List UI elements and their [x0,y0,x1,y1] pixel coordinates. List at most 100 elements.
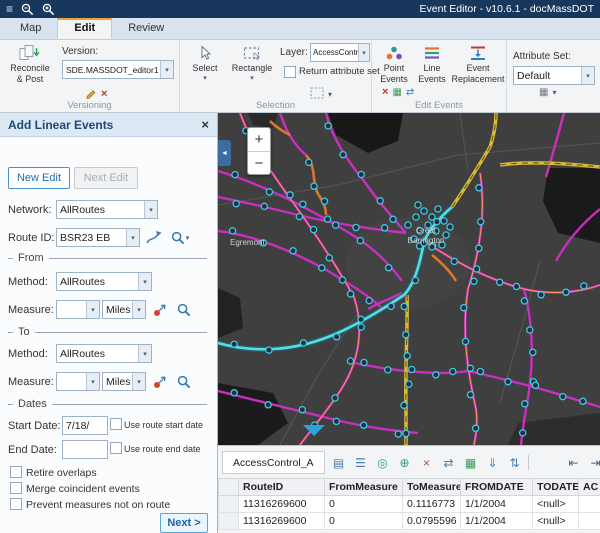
zoom-to-from-measure-icon[interactable] [174,300,194,320]
event-point[interactable] [467,365,473,371]
attribute-table-tab[interactable]: AccessControl_A [222,451,325,474]
event-point[interactable] [325,123,331,129]
network-combo[interactable]: AllRoutes ▾ [56,200,158,219]
event-point[interactable] [325,216,331,222]
event-point[interactable] [390,216,396,222]
end-date-input[interactable] [62,440,108,459]
selected-records-icon[interactable]: ▤ [330,454,347,471]
event-point[interactable] [476,245,482,251]
event-point[interactable] [382,225,388,231]
event-point[interactable] [538,292,544,298]
event-point[interactable] [321,198,327,204]
event-point[interactable] [388,303,394,309]
event-point[interactable] [231,390,237,396]
event-point[interactable] [521,298,527,304]
event-point[interactable] [497,279,503,285]
event-point[interactable] [306,159,312,165]
event-point[interactable] [358,324,364,330]
event-point[interactable] [266,189,272,195]
prevent-measures-checkbox[interactable] [10,498,22,510]
event-point[interactable] [353,224,359,230]
delete-events-icon[interactable]: × [382,87,388,98]
line-events-button[interactable]: Line Events [414,43,450,86]
use-route-end-checkbox[interactable] [110,442,122,454]
event-point[interactable] [311,183,317,189]
table-row[interactable]: 1131626960000.07955961/1/2004<null> [219,513,600,530]
event-point[interactable] [361,359,367,365]
event-point[interactable] [520,430,526,436]
event-point[interactable] [366,298,372,304]
event-point[interactable] [333,418,339,424]
table-row[interactable]: 1131626960000.11167731/1/2004<null> [219,496,600,513]
select-to-measure-on-map-icon[interactable] [150,372,170,392]
column-header-fromdate[interactable]: FROMDATE [461,479,533,496]
tab-edit[interactable]: Edit [57,18,112,39]
event-replacement-button[interactable]: Event Replacement [452,43,504,86]
event-point[interactable] [287,192,293,198]
event-point[interactable] [451,258,457,264]
event-point[interactable] [412,277,418,283]
clear-selection-icon[interactable]: × [418,454,435,471]
event-point[interactable] [334,334,340,340]
event-point[interactable] [527,327,533,333]
event-point[interactable] [233,201,239,207]
previous-page-icon[interactable]: ⇤ [565,454,582,471]
event-point[interactable] [326,255,332,261]
layer-combo[interactable]: AccessControl_A ▾ [310,43,370,62]
from-unit-combo[interactable]: Miles ▾ [102,300,146,319]
column-header-ac[interactable]: AC [579,479,600,496]
switch-selection-icon[interactable]: ⇄ [440,454,457,471]
event-point[interactable] [332,395,338,401]
event-point[interactable] [580,398,586,404]
next-edit-button[interactable]: Next Edit [74,167,138,189]
event-point[interactable] [266,347,272,353]
delete-version-icon[interactable]: × [101,89,107,100]
event-point[interactable] [311,227,317,233]
close-panel-icon[interactable]: × [201,117,209,132]
event-point[interactable] [505,379,511,385]
event-point[interactable] [300,201,306,207]
selection-tools-caret-icon[interactable]: ▾ [328,90,332,99]
next-page-icon[interactable]: ⇥ [587,454,600,471]
event-point[interactable] [319,265,325,271]
show-all-records-icon[interactable]: ☰ [352,454,369,471]
reconcile-post-button[interactable]: Reconcile & Post [2,43,58,86]
event-point[interactable] [358,316,364,322]
select-button[interactable]: Select ▾ [184,43,226,86]
event-point[interactable] [403,430,409,436]
return-attribute-set-checkbox[interactable] [284,66,296,78]
route-id-combo[interactable]: BSR23 EB ▾ [56,228,140,247]
event-point[interactable] [339,277,345,283]
event-point[interactable] [478,219,484,225]
event-point[interactable] [532,382,538,388]
app-menu-icon[interactable]: ≡ [6,3,13,15]
event-point[interactable] [231,341,237,347]
event-point[interactable] [467,392,473,398]
event-point[interactable] [477,368,483,374]
event-point[interactable] [230,228,236,234]
attribute-set-caret-icon[interactable]: ▾ [552,88,556,97]
event-point[interactable] [406,381,412,387]
tab-map[interactable]: Map [4,18,57,39]
column-header-routeid[interactable]: RouteID [239,479,325,496]
event-point[interactable] [299,407,305,413]
event-point[interactable] [377,198,383,204]
new-edit-button[interactable]: New Edit [8,167,70,189]
column-header-frommeasure[interactable]: FromMeasure [325,479,403,496]
point-events-button[interactable]: Point Events [376,43,412,86]
event-point[interactable] [563,289,569,295]
next-button[interactable]: Next > [160,513,208,533]
event-point[interactable] [476,185,482,191]
event-point[interactable] [401,303,407,309]
version-combo[interactable]: SDE.MASSDOT_editor1 ▾ [62,60,174,79]
event-point[interactable] [433,372,439,378]
event-point[interactable] [361,422,367,428]
event-point[interactable] [358,171,364,177]
event-point[interactable] [348,291,354,297]
select-all-icon[interactable]: ▦ [462,454,479,471]
collapse-panel-button[interactable]: ◄ [218,140,231,166]
event-point[interactable] [522,401,528,407]
export-records-icon[interactable]: ⇓ [484,454,501,471]
zoom-out-button[interactable]: − [248,151,270,174]
column-header-tomeasure[interactable]: ToMeasure [403,479,461,496]
